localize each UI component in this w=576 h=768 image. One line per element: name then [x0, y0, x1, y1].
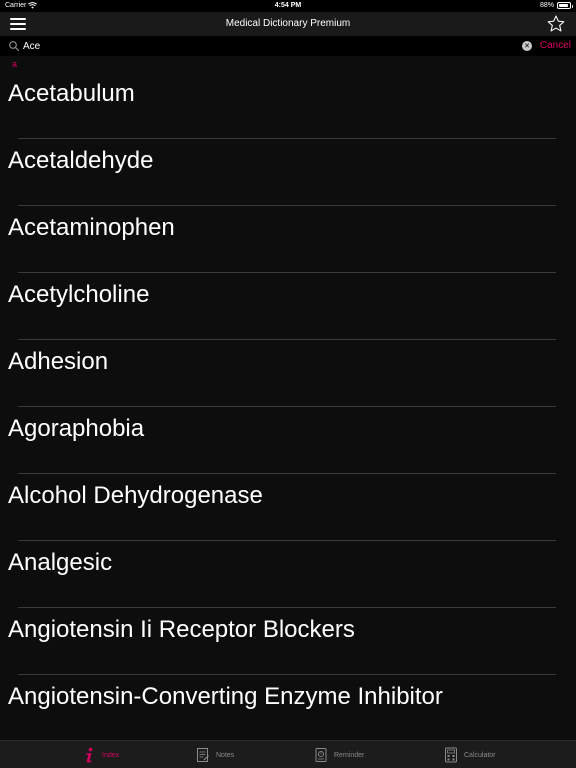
tab-index[interactable]: Index	[82, 741, 119, 768]
term-label: Acetabulum	[8, 80, 135, 107]
list-item[interactable]: Agoraphobia	[0, 407, 576, 474]
term-label: Angiotensin Ii Receptor Blockers	[8, 616, 355, 643]
term-label: Acetaldehyde	[8, 147, 154, 174]
cancel-button[interactable]: Cancel	[540, 40, 571, 51]
search-input[interactable]	[23, 40, 503, 52]
clear-icon[interactable]: ✕	[522, 41, 532, 51]
index-letter: a	[12, 59, 18, 69]
tab-calculator[interactable]: Calculator	[444, 741, 496, 768]
term-label: Acetaminophen	[8, 214, 175, 241]
list-item[interactable]: Acetylcholine	[0, 273, 576, 340]
list-item[interactable]: Alcohol Dehydrogenase	[0, 474, 576, 541]
page-title: Medical Dictionary Premium	[225, 18, 351, 29]
term-label: Acetylcholine	[8, 281, 150, 308]
status-time: 4:54 PM	[274, 2, 302, 9]
navigation-bar: Medical Dictionary Premium	[0, 12, 576, 36]
status-bar: Carrier 4:54 PM 88%	[0, 0, 576, 12]
term-label: Adhesion	[8, 348, 109, 375]
list-item[interactable]: Angiotensin-Converting Enzyme Inhibitor	[0, 675, 576, 740]
battery-percent: 88%	[539, 2, 554, 9]
list-item[interactable]: Acetabulum	[0, 72, 576, 139]
list-item[interactable]: Adhesion	[0, 340, 576, 407]
term-label: Analgesic	[8, 549, 113, 576]
term-label: Agoraphobia	[8, 415, 145, 442]
tab-label: Reminder	[334, 751, 365, 759]
battery-fill	[559, 4, 568, 7]
term-label: Alcohol Dehydrogenase	[8, 482, 263, 509]
tab-label: Index	[102, 751, 120, 759]
tab-notes[interactable]: Notes	[196, 741, 234, 768]
term-label: Angiotensin-Converting Enzyme Inhibitor	[8, 683, 443, 710]
term-list: Acetabulum Acetaldehyde Acetaminophen Ac…	[0, 72, 576, 740]
reminder-icon	[315, 748, 327, 762]
list-item[interactable]: Acetaminophen	[0, 206, 576, 273]
search-icon	[9, 41, 20, 52]
calculator-icon	[445, 747, 457, 763]
tab-label: Notes	[216, 751, 235, 759]
tab-label: Calculator	[464, 751, 496, 759]
index-section-header: a	[0, 56, 576, 72]
star-icon[interactable]	[546, 14, 566, 34]
search-field: ✕	[5, 38, 535, 54]
tab-reminder[interactable]: Reminder	[314, 741, 364, 768]
battery-icon	[557, 2, 573, 9]
notes-icon	[197, 748, 209, 762]
list-item[interactable]: Angiotensin Ii Receptor Blockers	[0, 608, 576, 675]
search-bar: ✕ Cancel	[0, 36, 576, 56]
info-icon	[86, 747, 93, 763]
list-item[interactable]: Acetaldehyde	[0, 139, 576, 206]
battery-indicator: 88%	[539, 2, 573, 9]
tab-bar: Index Notes Reminder Calculator	[0, 740, 576, 768]
list-item[interactable]: Analgesic	[0, 541, 576, 608]
